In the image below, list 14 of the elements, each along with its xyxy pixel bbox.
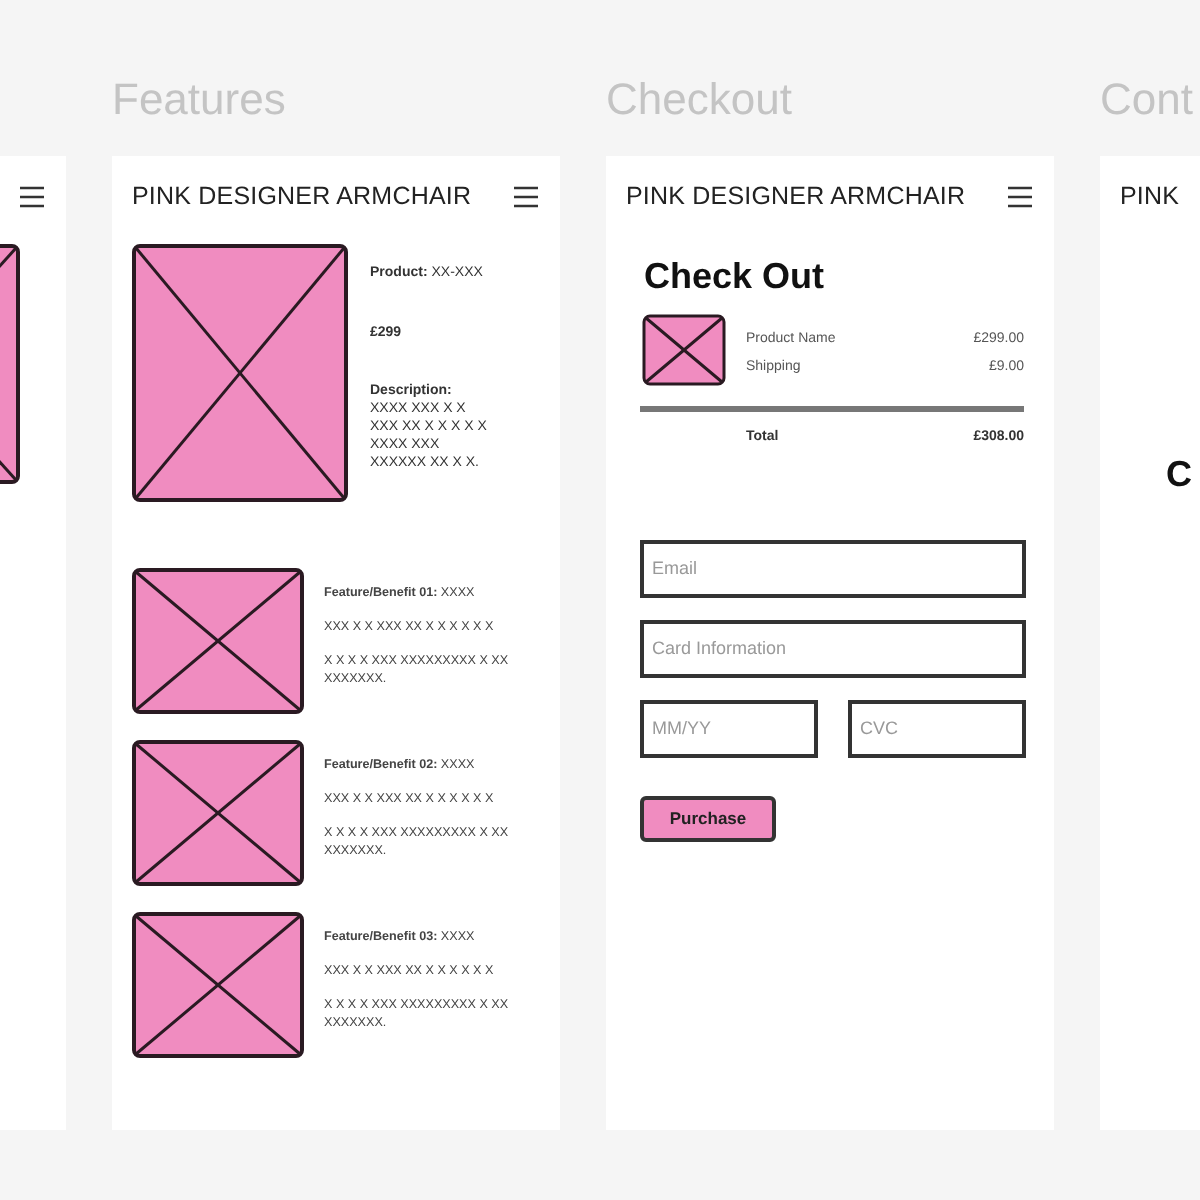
app-title: PINK DESIGNER ARMCHAIR (132, 180, 472, 215)
image-placeholder (642, 314, 726, 386)
app-title: PINK DESIGNER ARMCHAIR (626, 180, 966, 215)
input-field[interactable]: Card Information (640, 619, 1026, 677)
input-field[interactable]: Email (640, 539, 1026, 597)
input-field[interactable]: CVC (848, 699, 1026, 757)
page-heading: C (1164, 452, 1194, 496)
page-heading: Check Out (642, 254, 827, 298)
purchase-button[interactable]: Purchase (640, 795, 776, 841)
app-title: PINK (1120, 180, 1180, 215)
menu-icon[interactable] (1008, 186, 1032, 208)
menu-icon[interactable] (514, 186, 538, 208)
menu-icon[interactable] (20, 186, 44, 208)
input-field[interactable]: MM/YY (640, 699, 818, 757)
